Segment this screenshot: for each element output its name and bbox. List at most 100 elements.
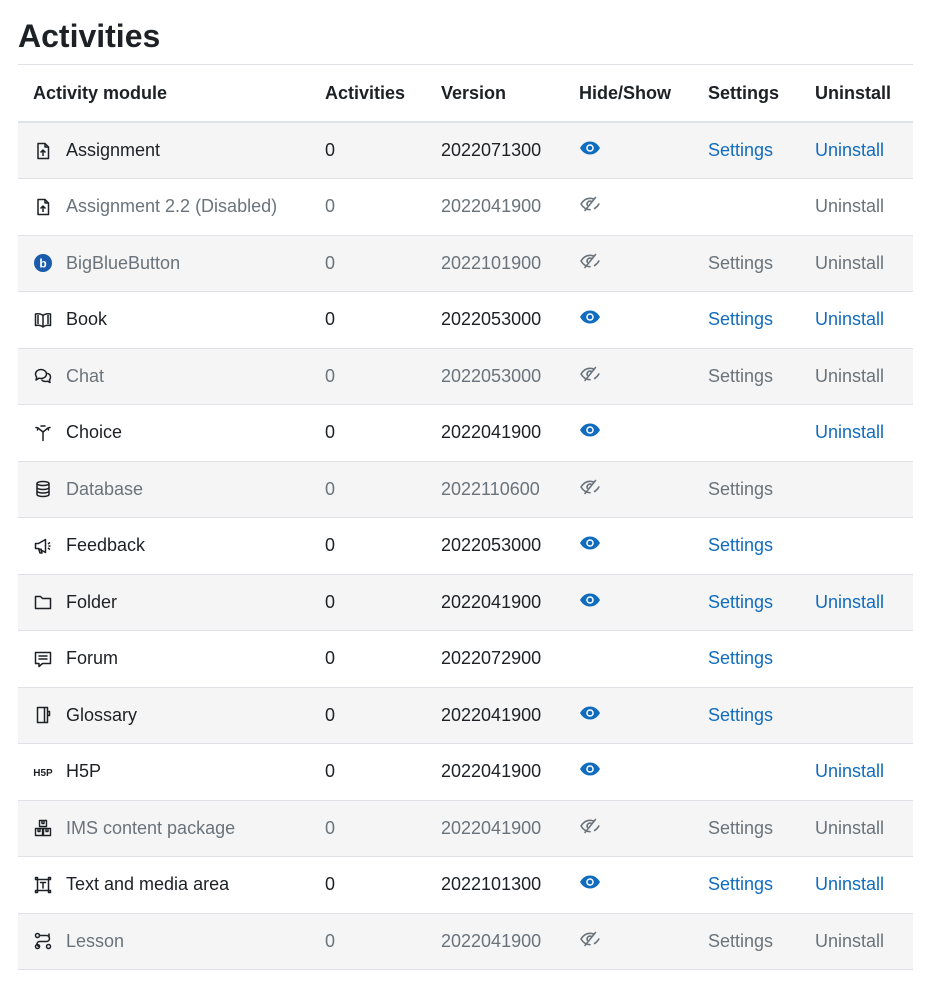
uninstall-link-assignment[interactable]: Uninstall [815,140,884,160]
module-name-cell: Database [18,461,325,518]
settings-link-glossary[interactable]: Settings [708,705,773,725]
activity-count: 0 [325,648,336,669]
title-divider [18,64,913,65]
module-name-wrap: Choice [18,422,325,443]
eye-icon[interactable] [579,422,601,438]
module-name-wrap: b BigBlueButton [18,253,325,274]
module-version: 2022041900 [441,930,542,951]
uninstall-link-text-and-media-area[interactable]: Uninstall [815,874,884,894]
uninstall-cell: Uninstall [815,348,913,405]
module-name-cell: Text and media area [18,857,325,914]
settings-link-forum[interactable]: Settings [708,648,773,668]
module-name-cell: Assignment 2.2 (Disabled) [18,179,325,236]
table-row: Text and media area 0 2022101300 Settings Un… [18,857,913,914]
module-name-wrap: Text and media area [18,874,325,895]
uninstall-link-folder[interactable]: Uninstall [815,592,884,612]
table-row: H5P H5P 0 2022041900 Uninstall [18,744,913,800]
table-row: Choice 0 2022041900 Uninstall [18,405,913,462]
activity-count: 0 [325,817,336,838]
uninstall-cell: Uninstall [815,405,913,462]
module-name-cell: Feedback [18,518,325,575]
eye-slash-icon[interactable] [579,479,601,495]
module-version: 2022041900 [441,591,542,612]
eye-slash-icon[interactable] [579,196,601,212]
module-name-wrap: Assignment 2.2 (Disabled) [18,196,325,217]
settings-link-book[interactable]: Settings [708,309,773,329]
h5p-icon: H5P [33,762,53,782]
eye-slash-icon[interactable] [579,253,601,269]
module-name-cell: Choice [18,405,325,462]
uninstall-cell [815,687,913,744]
module-version: 2022053000 [441,535,542,556]
module-name-bigbluebutton: BigBlueButton [66,252,181,273]
module-name-wrap: Assignment [18,140,325,161]
feedback-icon [33,536,53,556]
uninstall-cell [815,461,913,518]
eye-icon[interactable] [579,761,601,777]
settings-label-lesson: Settings [708,930,774,951]
module-name-assignment: Assignment [66,140,161,160]
table-header: Activity module Activities Version Hide/… [18,66,913,123]
eye-icon[interactable] [579,705,601,721]
settings-link-feedback[interactable]: Settings [708,535,773,555]
uninstall-link-h5p[interactable]: Uninstall [815,761,884,781]
module-name-forum: Forum [66,648,119,669]
uninstall-cell: Uninstall [815,574,913,631]
eye-icon[interactable] [579,874,601,890]
module-version: 2022101900 [441,252,542,273]
activity-count: 0 [325,252,336,273]
module-name-cell: Assignment [18,122,325,179]
header-version: Version [441,66,579,123]
module-name-cell: Book [18,292,325,349]
module-version: 2022041900 [441,761,542,782]
eye-icon[interactable] [579,140,601,156]
settings-cell: Settings [708,292,815,349]
header-uninstall: Uninstall [815,66,913,123]
eye-slash-icon[interactable] [579,366,601,382]
hide-show-cell [579,461,708,518]
eye-slash-icon[interactable] [579,818,601,834]
hide-show-cell [579,348,708,405]
eye-icon[interactable] [579,309,601,325]
settings-cell: Settings [708,518,815,575]
activity-count: 0 [325,422,336,443]
uninstall-cell: Uninstall [815,235,913,292]
bigbluebutton-icon: b [33,253,53,273]
chat-icon [33,366,53,386]
module-name-cell: b BigBlueButton [18,235,325,292]
module-version: 2022110600 [441,478,540,499]
activity-count: 0 [325,761,336,782]
choice-icon [33,423,53,443]
module-version: 2022071300 [441,140,542,160]
table-row: Feedback 0 2022053000 Settings [18,518,913,575]
module-name-cell: Chat [18,348,325,405]
hide-show-cell [579,235,708,292]
hide-show-cell [579,574,708,631]
settings-cell: Settings [708,348,815,405]
eye-icon[interactable] [579,592,601,608]
settings-link-text-and-media-area[interactable]: Settings [708,874,773,894]
module-name-chat: Chat [66,365,105,386]
uninstall-label-chat: Uninstall [815,365,885,386]
module-version: 2022041900 [441,704,542,725]
table-row: Glossary 0 2022041900 Settings [18,687,913,744]
uninstall-link-choice[interactable]: Uninstall [815,422,884,442]
module-name-feedback: Feedback [66,535,146,556]
settings-link-folder[interactable]: Settings [708,592,773,612]
book-icon [33,310,53,330]
uninstall-link-book[interactable]: Uninstall [815,309,884,329]
hide-show-cell [579,913,708,970]
settings-cell [708,179,815,236]
eye-slash-icon[interactable] [579,931,601,947]
module-name-text-and-media-area: Text and media area [66,874,230,895]
module-name-wrap: Feedback [18,535,325,556]
module-name-choice: Choice [66,422,123,443]
table-row: Assignment 2.2 (Disabled) 0 2022041900 Unin… [18,179,913,236]
settings-link-assignment[interactable]: Settings [708,140,773,160]
table-row: Assignment 0 2022071300 Settings Uninstall [18,122,913,179]
settings-cell: Settings [708,631,815,688]
eye-icon[interactable] [579,535,601,551]
hide-show-cell [579,800,708,857]
hide-show-cell [579,631,708,688]
hide-show-cell [579,518,708,575]
